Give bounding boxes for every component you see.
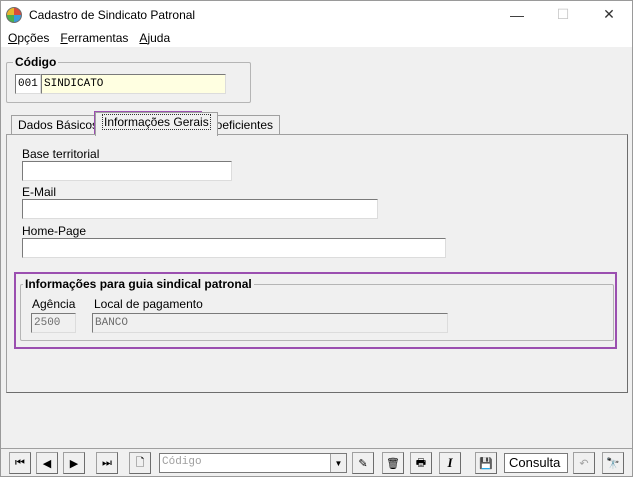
next-icon: ▶ (69, 457, 79, 470)
local-pagamento-input[interactable]: BANCO (92, 313, 448, 333)
print-button[interactable]: 🖶 (410, 452, 432, 474)
search-combo-input: Código (162, 456, 202, 468)
next-record-button[interactable]: ▶ (63, 452, 85, 474)
email-input[interactable] (22, 199, 378, 219)
last-icon: ⏭ (102, 456, 112, 469)
edit-icon: ✎ (358, 457, 368, 470)
minimize-button[interactable]: — (494, 1, 540, 28)
agencia-label: Agência (32, 297, 76, 311)
main-window: Cadastro de Sindicato Patronal — ☐ ✕ Opç… (0, 0, 633, 477)
local-pagamento-label: Local de pagamento (94, 297, 203, 311)
menu-bar: Opções Ferramentas Ajuda (1, 28, 632, 47)
email-label: E-Mail (22, 185, 57, 199)
find-button[interactable]: 🔭 (602, 452, 624, 474)
binoculars-icon: 🔭 (606, 457, 620, 470)
first-icon: ⏮ (15, 456, 25, 469)
menu-ferramentas-label: erramentas (67, 30, 129, 45)
italic-button[interactable]: I (439, 452, 461, 474)
tab-informacoes-gerais[interactable]: Informações Gerais (95, 112, 218, 136)
edit-button[interactable]: ✎ (352, 452, 374, 474)
menu-ajuda-label: juda (147, 30, 171, 45)
menu-ajuda[interactable]: Ajuda (135, 31, 174, 45)
undo-icon: ↶ (579, 457, 589, 470)
maximize-button[interactable]: ☐ (540, 1, 586, 28)
window-title: Cadastro de Sindicato Patronal (29, 7, 196, 22)
first-record-button[interactable]: ⏮ (9, 452, 31, 474)
bottom-toolbar: ⏮ ◀ ▶ ⏭ 🗋 Código ▼ ✎ 🗑 🖶 I 💾 Consulta ↶ … (1, 448, 632, 476)
codigo-legend: Código (13, 55, 59, 69)
menu-ferramentas[interactable]: Ferramentas (56, 31, 132, 45)
trash-icon: 🗑 (386, 457, 400, 470)
tab-informacoes-gerais-label: Informações Gerais (102, 114, 211, 130)
prev-icon: ◀ (42, 457, 52, 470)
tab-dados-basicos[interactable]: Dados Básicos (11, 115, 106, 135)
guia-sindical-legend: Informações para guia sindical patronal (23, 277, 254, 291)
chevron-down-icon[interactable]: ▼ (330, 454, 346, 472)
home-page-label: Home-Page (22, 224, 87, 238)
printer-icon: 🖶 (415, 456, 427, 469)
new-record-button[interactable]: 🗋 (129, 452, 151, 474)
menu-opcoes[interactable]: Opções (4, 31, 53, 45)
prev-record-button[interactable]: ◀ (36, 452, 58, 474)
undo-button[interactable]: ↶ (573, 452, 595, 474)
save-icon: 💾 (479, 457, 493, 470)
agencia-input[interactable]: 2500 (31, 313, 76, 333)
window-controls: — ☐ ✕ (494, 1, 632, 28)
search-combo[interactable]: Código ▼ (159, 453, 347, 473)
last-record-button[interactable]: ⏭ (96, 452, 118, 474)
menu-ferramentas-accel: F (60, 30, 68, 45)
menu-opcoes-accel: O (8, 30, 18, 45)
home-page-input[interactable] (22, 238, 446, 258)
title-bar: Cadastro de Sindicato Patronal — ☐ ✕ (1, 1, 632, 28)
save-button[interactable]: 💾 (475, 452, 497, 474)
delete-button[interactable]: 🗑 (382, 452, 404, 474)
codigo-name-field[interactable]: SINDICATO (41, 74, 226, 94)
italic-icon: I (447, 455, 453, 470)
base-territorial-label: Base territorial (22, 147, 100, 161)
app-icon (6, 6, 22, 23)
close-button[interactable]: ✕ (586, 1, 632, 28)
new-document-icon: 🗋 (135, 456, 145, 469)
mode-indicator: Consulta (504, 453, 568, 473)
codigo-number-field[interactable]: 001 (15, 74, 41, 94)
menu-opcoes-label: pções (17, 30, 50, 45)
base-territorial-input[interactable] (22, 161, 232, 181)
